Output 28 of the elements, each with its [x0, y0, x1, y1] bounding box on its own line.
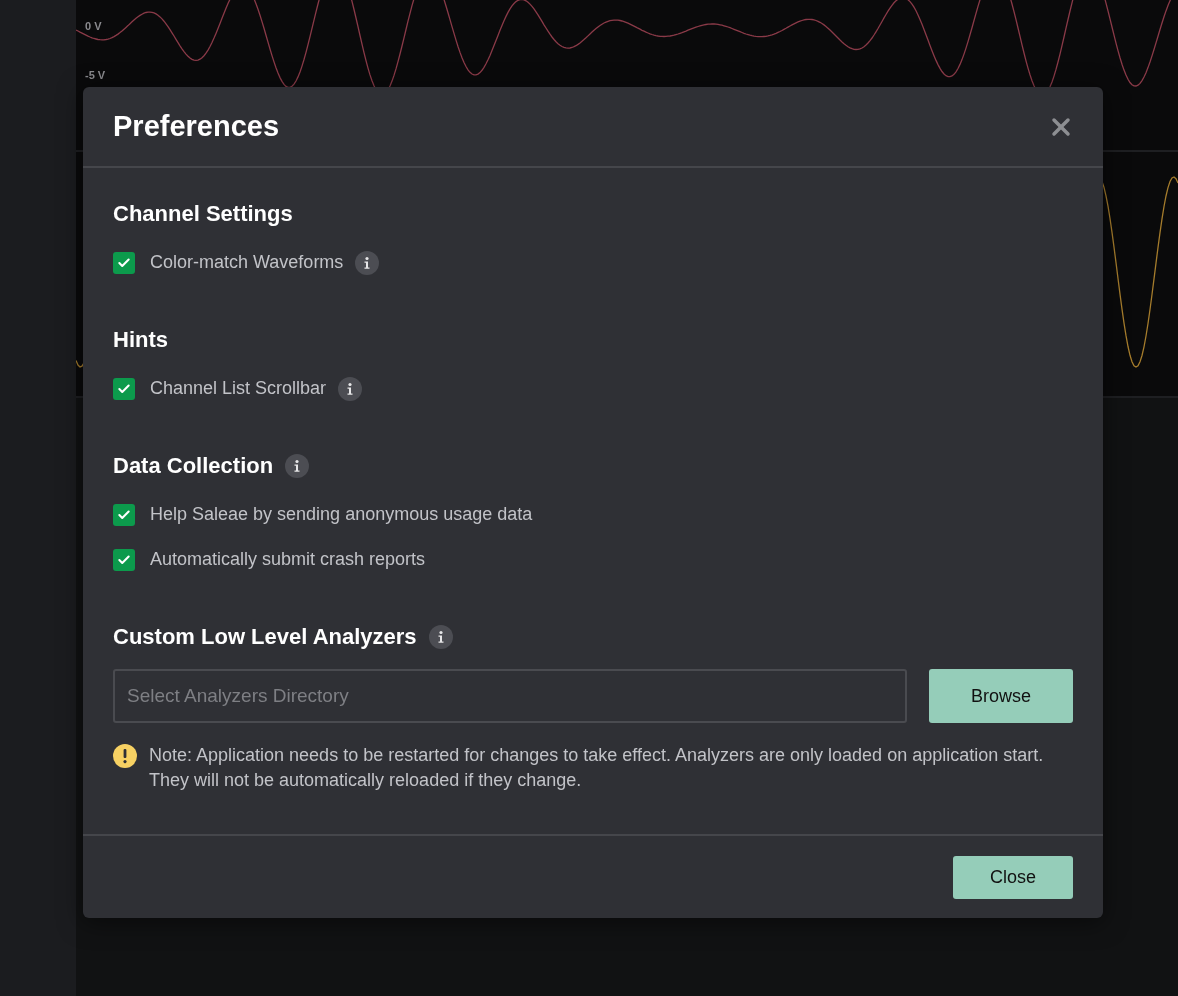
note-text: Note: Application needs to be restarted for changes to take effect. Analyzers are only loaded on application start. They will not be automatically reloaded if they change.	[149, 744, 1045, 792]
close-button[interactable]: Close	[953, 855, 1073, 899]
section-heading: Channel Settings	[113, 201, 293, 227]
checkbox-label: Channel List Scrollbar	[150, 378, 327, 399]
axis-label: -5 V	[85, 69, 106, 81]
info-icon[interactable]	[285, 454, 310, 478]
section-heading: Custom Low Level Analyzers	[113, 624, 417, 650]
info-icon[interactable]	[338, 376, 363, 401]
section-heading: Hints	[113, 327, 168, 353]
section-heading: Data Collection	[113, 453, 274, 479]
warning-icon	[113, 744, 137, 768]
dialog-title: Preferences	[113, 110, 280, 143]
checkbox[interactable]	[113, 548, 135, 571]
checkbox[interactable]	[113, 251, 135, 274]
info-icon[interactable]	[355, 250, 380, 275]
directory-field[interactable]: Select Analyzers Directory	[113, 669, 907, 723]
checkmark-icon	[117, 381, 131, 396]
checkbox-label: Help Saleae by sending anonymous usage data	[150, 504, 533, 525]
checkbox[interactable]	[113, 503, 135, 526]
checkbox-label: Automatically submit crash reports	[150, 549, 426, 570]
checkmark-icon	[117, 552, 131, 567]
axis-label: 0 V	[85, 20, 102, 32]
checkbox[interactable]	[113, 377, 135, 400]
checkmark-icon	[117, 507, 131, 522]
checkmark-icon	[117, 255, 131, 270]
checkbox-label: Color-match Waveforms	[150, 252, 344, 273]
browse-button[interactable]: Browse	[929, 669, 1073, 723]
info-icon[interactable]	[428, 625, 453, 649]
